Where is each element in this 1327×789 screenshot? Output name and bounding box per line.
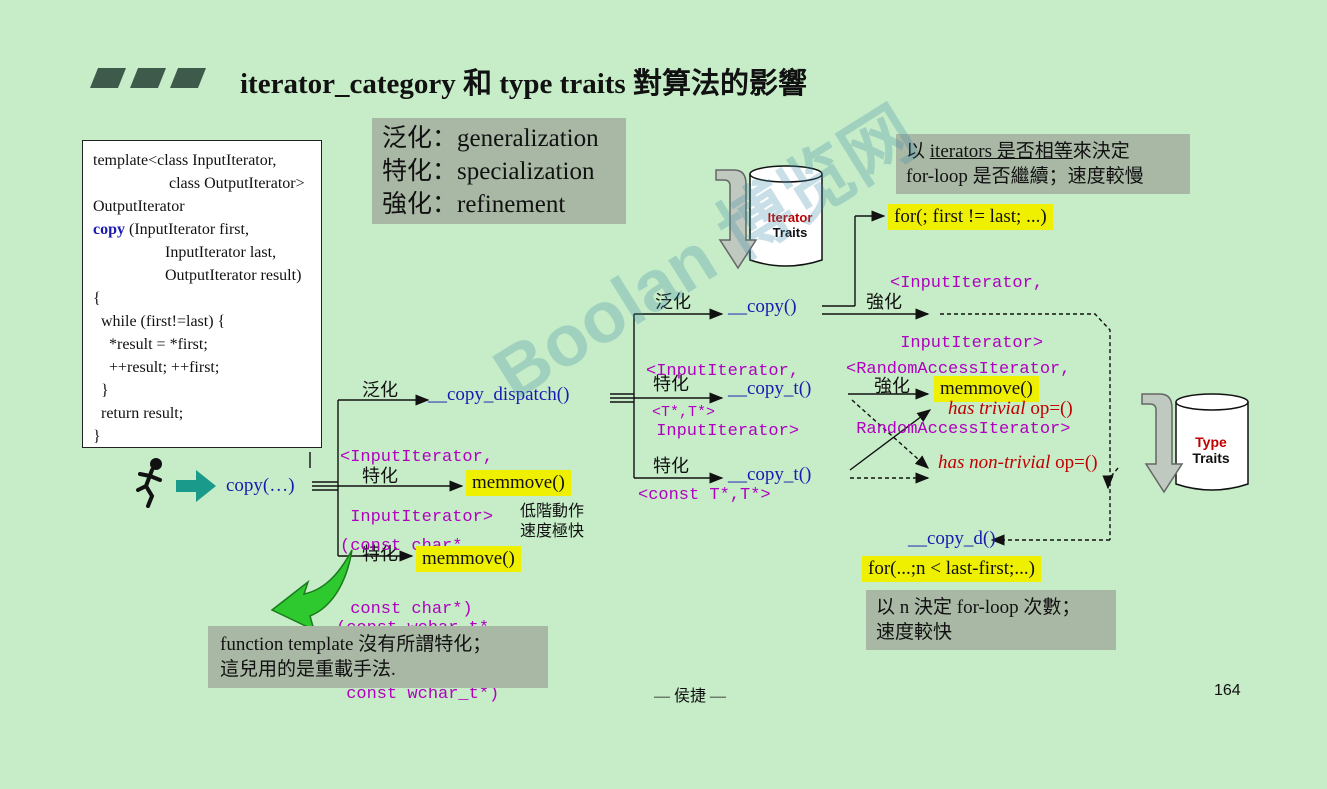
code-line: InputIterator last,	[133, 244, 277, 261]
note-text: 來決定	[1072, 141, 1130, 162]
note-line: 低階動作	[520, 503, 585, 520]
title-bars	[90, 68, 210, 88]
code-line: copy (InputIterator first,	[93, 218, 321, 241]
memmove-char: memmove()	[466, 470, 571, 496]
green-check-icon	[268, 546, 360, 637]
type-traits-label: Type Traits	[1184, 434, 1238, 466]
type-line: RandomAccessIterator>	[846, 420, 1071, 439]
copy-t-pointer-type: <T*,T*>	[652, 404, 716, 421]
copy-keyword: copy	[93, 221, 125, 238]
op-text: op=()	[1025, 398, 1073, 419]
function-template-note: function template 沒有所謂特化； 這兒用的是重載手法.	[208, 626, 548, 688]
code-line: ++result; ++first;	[93, 359, 220, 376]
iterator-compare-note: 以 iterators 是否相等來決定 for-loop 是否繼續；速度較慢	[896, 134, 1190, 194]
trait-line: Type	[1195, 434, 1227, 450]
legend-refinement: 強化：refinement	[382, 191, 566, 218]
legend-box: 泛化：generalization 特化：specialization 強化：r…	[372, 118, 626, 224]
copy-d: __copy_d()	[908, 528, 996, 549]
label-generalization-1: 泛化	[362, 380, 398, 400]
note-text: 以	[906, 141, 930, 162]
page-number: 164	[1214, 682, 1241, 699]
label-refinement-2: 強化	[874, 376, 910, 396]
note-line: 以 n 決定 for-loop 次數；	[876, 597, 1081, 618]
type-line: <InputIterator,	[340, 448, 494, 467]
code-line: OutputIterator	[93, 198, 185, 215]
type-line: <InputIterator,	[890, 274, 1044, 293]
note-line: for-loop 是否繼續；速度較慢	[906, 166, 1144, 187]
legend-generalization: 泛化：generalization	[382, 125, 599, 152]
copy-dispatch: __copy_dispatch()	[428, 384, 570, 405]
trait-line: Traits	[1192, 450, 1230, 466]
code-line: {	[93, 290, 101, 307]
page-title: iterator_category 和 type traits 對算法的影響	[240, 68, 807, 100]
green-arrow-icon	[176, 470, 216, 507]
code-line: return result;	[93, 405, 184, 422]
op-text: op=()	[1050, 452, 1098, 473]
code-params: (InputIterator first,	[125, 221, 249, 238]
label-generalization-2: 泛化	[655, 292, 691, 312]
note-line: 速度極快	[520, 523, 585, 540]
note-line: 以 iterators 是否相等來決定	[906, 139, 1180, 164]
note-underline: iterators 是否相等	[929, 141, 1073, 162]
code-line: }	[93, 428, 101, 445]
for-loop-iterator: for(; first != last; ...)	[888, 204, 1053, 230]
code-line: OutputIterator result)	[133, 267, 302, 284]
trait-line: Iterator	[767, 210, 813, 225]
note-line: function template 沒有所謂特化；	[220, 634, 492, 655]
code-line: while (first!=last) {	[93, 313, 226, 330]
memmove-wchar: memmove()	[416, 546, 521, 572]
copy-t-pointer: __copy_t()	[728, 378, 812, 399]
has-non-trivial-op: has non-trivial op=()	[938, 452, 1098, 474]
running-man-icon	[128, 456, 172, 513]
n-loop-note: 以 n 決定 for-loop 次數； 速度較快	[866, 590, 1116, 650]
trait-text: has trivial	[948, 398, 1026, 419]
iterator-traits-label: Iterator Traits	[760, 210, 820, 240]
copy-t-const-pointer: __copy_t()	[728, 464, 812, 485]
trait-line: Traits	[772, 225, 808, 240]
code-line: }	[93, 382, 109, 399]
code-box: template<class InputIterator, class Outp…	[82, 140, 322, 448]
for-loop-n: for(...;n < last-first;...)	[862, 556, 1041, 582]
code-line: class OutputIterator>	[137, 175, 305, 192]
note-line: 這兒用的是重載手法.	[220, 659, 396, 680]
low-level-note: 低階動作 速度極快	[520, 502, 584, 542]
trait-text: has non-trivial	[938, 452, 1051, 473]
copy-t-const-pointer-type: <const T*,T*>	[638, 486, 771, 505]
code-line: *result = *first;	[93, 336, 208, 353]
footer-author: — 侯捷 —	[654, 688, 727, 705]
code-line: template<class InputIterator,	[93, 152, 277, 169]
label-refinement-1: 強化	[866, 292, 902, 312]
copy-inner: __copy()	[728, 296, 797, 317]
has-trivial-op: has trivial op=()	[948, 398, 1073, 420]
note-line: 速度較快	[876, 622, 953, 643]
legend-specialization: 特化：specialization	[382, 158, 595, 185]
type-line: InputIterator>	[646, 422, 800, 441]
copy-call: copy(…)	[226, 475, 295, 496]
